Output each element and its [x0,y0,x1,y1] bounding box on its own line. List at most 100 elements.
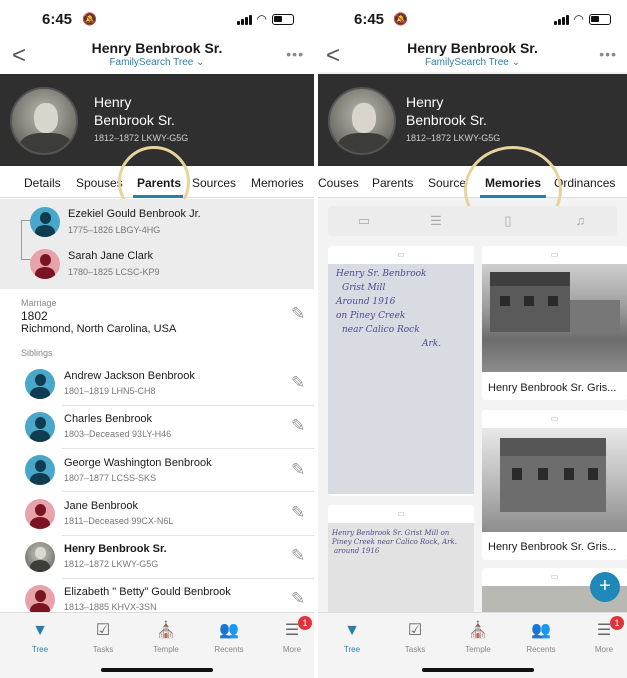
edit-pencil-icon[interactable]: ✎ [291,503,305,523]
tabbar-temple[interactable]: ⛪ Temple [453,621,503,654]
sibling-meta: 1811–Deceased 99CX-N6L [64,516,174,526]
tabbar-tree[interactable]: ▼ Tree [15,621,65,654]
grist-mill-photo [482,428,627,532]
edit-pencil-icon[interactable]: ✎ [291,546,305,566]
divider [62,491,314,492]
memory-card[interactable]: ▭ Henry Sr. Benbrook Grist Mill Around 1… [328,246,474,496]
memory-type-filter: ▭ ☰ ▯ ♫ [328,206,617,236]
edit-pencil-icon[interactable]: ✎ [291,373,305,393]
handwritten-note-image: Henry Benbrook Sr. Grist Mill on Piney C… [328,523,474,615]
home-indicator [422,668,534,672]
handwritten-note-image: Henry Sr. Benbrook Grist Mill Around 191… [328,264,474,494]
nav-title: Henry Benbrook Sr. [407,40,538,56]
divider [62,405,314,406]
memory-card[interactable]: ▭ Henry Benbrook Sr. Gris... [482,246,627,400]
nav-bar: < Henry Benbrook Sr. FamilySearch Tree ⌄… [318,36,627,72]
note-line: on Piney Creek [336,311,406,321]
status-bar: 6:45 🔕 ◠ [0,0,314,36]
tab-ordinances[interactable]: Ordinances [554,176,615,190]
memory-card[interactable]: ▭ Henry Benbrook Sr. Grist Mill on Piney… [328,505,474,615]
audio-filter-icon[interactable]: ♫ [544,206,617,236]
photo-type-icon: ▭ [397,250,405,259]
home-indicator [101,668,213,672]
documents-filter-icon[interactable]: ▯ [472,206,544,236]
divider [62,535,314,536]
female-avatar-icon [30,249,60,279]
stories-filter-icon[interactable]: ☰ [400,206,472,236]
parent-meta: 1775–1826 LBGY-4HG [68,225,161,235]
nav-title: Henry Benbrook Sr. [91,40,223,56]
more-options-button[interactable]: ••• [599,46,617,62]
sibling-meta: 1801–1819 LHN5-CH8 [64,386,156,396]
person-first-name: Henry [406,94,444,110]
parents-section: Ezekiel Gould Benbrook Jr. 1775–1826 LBG… [0,199,314,289]
female-avatar-icon [25,499,55,529]
memories-screen: 6:45 🔕 ◠ < Henry Benbrook Sr. FamilySear… [318,0,627,678]
sibling-name: Jane Benbrook [64,500,138,512]
temple-icon: ⛪ [156,622,176,639]
memory-caption: Henry Benbrook Sr. Gris... [488,382,617,394]
memory-caption: Henry Benbrook Sr. Gris... [488,541,617,553]
silent-bell-icon: 🔕 [393,12,408,26]
tab-sources[interactable]: Sources [192,176,236,190]
edit-pencil-icon[interactable]: ✎ [291,416,305,436]
bottom-tab-bar: ▼ Tree ☑ Tasks ⛪ Temple 👥 Recents ☰ More… [0,612,314,678]
marriage-label: Marriage [21,298,57,308]
tabbar-recents[interactable]: 👥 Recents [516,621,566,654]
parent-name[interactable]: Sarah Jane Clark [68,250,153,262]
memory-card[interactable]: ▭ Henry Benbrook Sr. Gris... [482,410,627,560]
sibling-name: Andrew Jackson Benbrook [64,370,195,382]
note-line: near Calico Rock [342,325,420,335]
tree-icon: ▼ [32,622,48,639]
tab-details[interactable]: Details [24,176,61,190]
status-bar: 6:45 🔕 ◠ [318,0,627,36]
photos-filter-icon[interactable]: ▭ [328,206,400,236]
signal-icon [236,14,252,25]
tree-source-selector[interactable]: FamilySearch Tree ⌄ [318,57,627,68]
note-line: Ark. [422,339,442,349]
status-time: 6:45 [354,11,385,28]
person-photo-avatar [25,542,55,572]
sibling-name: Elizabeth " Betty" Gould Benbrook [64,586,231,598]
tab-spouses[interactable]: Couses [318,176,359,190]
recents-icon: 👥 [531,622,551,639]
tab-memories[interactable]: Memories [251,176,304,190]
edit-marriage-icon[interactable]: ✎ [291,304,305,324]
more-options-button[interactable]: ••• [286,46,304,62]
tabbar-tasks[interactable]: ☑ Tasks [390,621,440,654]
tabbar-temple[interactable]: ⛪ Temple [141,621,191,654]
tabbar-recents[interactable]: 👥 Recents [204,621,254,654]
edit-pencil-icon[interactable]: ✎ [291,589,305,609]
parents-bracket [21,220,31,260]
tab-sources[interactable]: Source [428,176,466,190]
tabbar-tree[interactable]: ▼ Tree [327,621,377,654]
male-avatar-icon [25,412,55,442]
person-first-name: Henry [94,94,132,110]
note-line: Around 1916 [336,297,396,307]
wifi-icon: ◠ [256,12,267,26]
tree-source-selector[interactable]: FamilySearch Tree ⌄ [0,57,314,68]
person-last-name: Benbrook Sr. [406,112,487,128]
grist-mill-photo [482,264,627,372]
divider [62,448,314,449]
photo-type-icon: ▭ [550,250,559,259]
edit-pencil-icon[interactable]: ✎ [291,460,305,480]
person-portrait[interactable] [328,87,396,155]
nav-bar: < Henry Benbrook Sr. FamilySearch Tree ⌄… [0,36,314,72]
person-lifespan-id: 1812–1872 LKWY-G5G [94,133,189,143]
person-portrait[interactable] [10,87,78,155]
divider [62,578,314,579]
add-memory-button[interactable]: + [590,572,620,602]
sibling-name: George Washington Benbrook [64,457,212,469]
tab-parents[interactable]: Parents [372,176,413,190]
female-avatar-icon [25,585,55,615]
sibling-meta: 1813–1885 KHVX-3SN [64,602,157,612]
battery-icon [589,13,611,25]
tabbar-tasks[interactable]: ☑ Tasks [78,621,128,654]
note-line: around 1916 [334,547,380,555]
tab-spouses[interactable]: Spouses [76,176,123,190]
notification-badge: 1 [610,616,624,630]
male-avatar-icon [30,207,60,237]
tree-icon: ▼ [344,622,360,639]
parent-name[interactable]: Ezekiel Gould Benbrook Jr. [68,208,201,220]
